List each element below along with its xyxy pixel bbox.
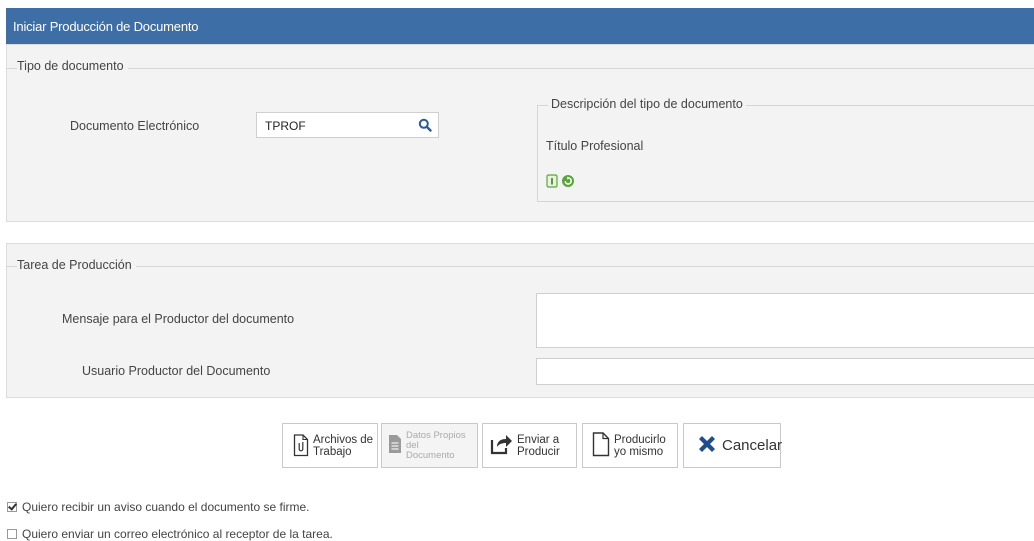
aviso-firma-label: Quiero recibir un aviso cuando el docume… bbox=[22, 500, 310, 514]
tarea-produccion-panel: Tarea de Producción Mensaje para el Prod… bbox=[6, 243, 1034, 398]
archivos-trabajo-icon bbox=[293, 431, 309, 460]
datos-propios-label-line2: Documento bbox=[406, 449, 455, 461]
producir-yo-mismo-button[interactable]: Producirlo yo mismo bbox=[582, 423, 678, 468]
datos-propios-label: Datos Propios del Documento bbox=[406, 429, 477, 461]
cancelar-button[interactable]: Cancelar bbox=[683, 423, 783, 468]
archivos-trabajo-label-line1: Archivos de bbox=[313, 433, 374, 446]
share-icon bbox=[489, 432, 513, 459]
aviso-firma-option[interactable]: Quiero recibir un aviso cuando el docume… bbox=[7, 500, 309, 514]
enviar-producir-button[interactable]: Enviar a Producir bbox=[482, 423, 577, 468]
tipo-documento-divider bbox=[7, 68, 1034, 69]
document-icon bbox=[592, 431, 610, 460]
producir-yo-mismo-label-line2: yo mismo bbox=[614, 445, 664, 458]
correo-receptor-label: Quiero enviar un correo electrónico al r… bbox=[22, 527, 333, 541]
documento-electronico-label: Documento Electrónico bbox=[70, 119, 200, 133]
search-icon[interactable] bbox=[418, 118, 432, 132]
correo-receptor-option[interactable]: Quiero enviar un correo electrónico al r… bbox=[7, 527, 333, 541]
producir-yo-mismo-label-line1: Producirlo bbox=[614, 433, 666, 446]
datos-propios-button[interactable]: Datos Propios del Documento bbox=[381, 423, 478, 468]
tipo-documento-panel: Tipo de documento Documento Electrónico … bbox=[6, 44, 1034, 222]
producir-yo-mismo-label: Producirlo yo mismo bbox=[614, 434, 666, 458]
aviso-firma-checkbox[interactable] bbox=[7, 502, 17, 512]
correo-receptor-checkbox[interactable] bbox=[7, 529, 17, 539]
archivos-trabajo-label: Archivos de Trabajo bbox=[313, 434, 373, 458]
enviar-producir-label: Enviar a Producir bbox=[517, 434, 560, 458]
tarea-produccion-divider bbox=[7, 266, 1034, 267]
datos-propios-label-line1: Datos Propios del bbox=[406, 429, 466, 451]
archivos-trabajo-button[interactable]: Archivos de Trabajo bbox=[282, 423, 378, 468]
descripcion-legend: Descripción del tipo de documento bbox=[548, 97, 746, 111]
cancelar-label: Cancelar bbox=[722, 436, 783, 454]
document-info-icon[interactable] bbox=[546, 174, 558, 193]
mensaje-productor-textarea[interactable] bbox=[536, 293, 1034, 348]
documento-electronico-value: TPROF bbox=[265, 119, 306, 133]
usuario-productor-input[interactable] bbox=[536, 358, 1034, 385]
enviar-producir-label-line1: Enviar a bbox=[517, 433, 560, 446]
tipo-documento-legend: Tipo de documento bbox=[17, 59, 128, 73]
archivos-trabajo-label-line2: Trabajo bbox=[313, 445, 352, 458]
close-icon bbox=[697, 434, 717, 457]
tarea-produccion-legend: Tarea de Producción bbox=[17, 258, 136, 272]
usuario-productor-label: Usuario Productor del Documento bbox=[82, 364, 271, 378]
refresh-icon[interactable] bbox=[561, 174, 575, 193]
datos-propios-icon bbox=[388, 434, 402, 457]
descripcion-value: Título Profesional bbox=[546, 139, 644, 153]
window-title-bar: Iniciar Producción de Documento bbox=[6, 8, 1034, 44]
enviar-producir-label-line2: Producir bbox=[517, 445, 560, 458]
documento-electronico-input[interactable]: TPROF bbox=[256, 112, 439, 138]
descripcion-icons bbox=[546, 174, 575, 193]
mensaje-productor-label: Mensaje para el Productor del documento bbox=[62, 312, 295, 326]
window-title: Iniciar Producción de Documento bbox=[13, 19, 199, 34]
descripcion-tipo-documento-box: Descripción del tipo de documento Título… bbox=[537, 97, 1034, 202]
